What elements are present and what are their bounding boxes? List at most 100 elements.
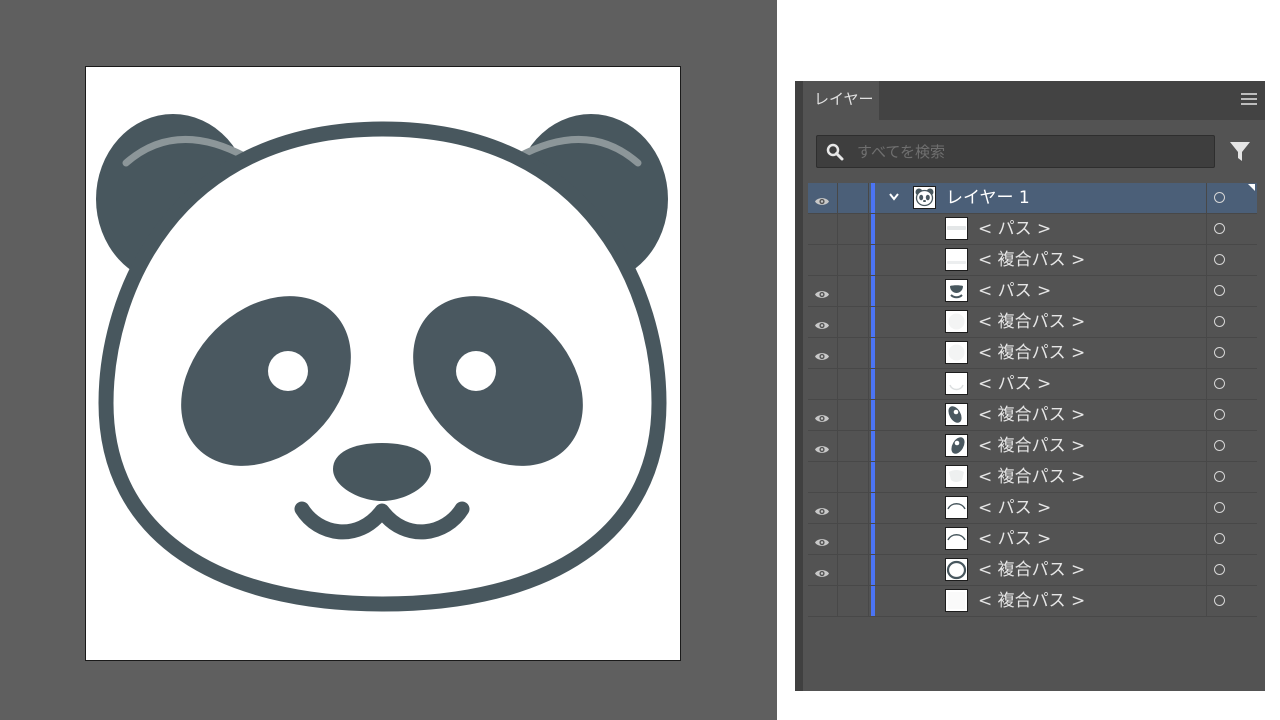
layer-thumbnail — [913, 186, 936, 209]
target-circle-icon[interactable] — [1214, 533, 1225, 544]
layer-name[interactable]: < 複合パス > — [978, 338, 1085, 368]
target-circle-icon[interactable] — [1214, 378, 1225, 389]
sublayer-row[interactable]: < パス > — [808, 276, 1257, 307]
selection-indicator — [1248, 184, 1255, 191]
target-circle-icon[interactable] — [1214, 502, 1225, 513]
target-circle-icon[interactable] — [1214, 440, 1225, 451]
column-divider — [1206, 524, 1207, 554]
visibility-toggle[interactable] — [808, 400, 838, 430]
layer-color-bar — [871, 555, 875, 585]
tab-layers[interactable]: レイヤー — [803, 81, 879, 120]
sublayer-row[interactable]: < パス > — [808, 493, 1257, 524]
visibility-toggle[interactable] — [808, 431, 838, 461]
layer-name[interactable]: < 複合パス > — [978, 431, 1085, 461]
layer-name[interactable]: < 複合パス > — [978, 307, 1085, 337]
column-divider — [1206, 276, 1207, 306]
target-circle-icon[interactable] — [1214, 254, 1225, 265]
column-divider — [1206, 338, 1207, 368]
panda-illustration — [96, 114, 668, 612]
layer-thumbnail — [945, 248, 968, 271]
layer-color-bar — [871, 400, 875, 430]
sublayer-row[interactable]: < 複合パス > — [808, 338, 1257, 369]
visibility-toggle[interactable] — [808, 586, 838, 616]
lock-toggle[interactable] — [838, 400, 869, 430]
lock-toggle[interactable] — [838, 214, 869, 244]
layer-name[interactable]: < 複合パス > — [978, 462, 1085, 492]
sublayer-row[interactable]: < 複合パス > — [808, 431, 1257, 462]
visibility-toggle[interactable] — [808, 493, 838, 523]
filter-icon[interactable] — [1229, 140, 1251, 162]
lock-toggle[interactable] — [838, 307, 869, 337]
layers-panel: レイヤー レイヤー 1< パス >< 複合パス >< パス >< 複合パス ><… — [795, 81, 1265, 691]
layer-name[interactable]: < パス > — [978, 276, 1051, 306]
target-circle-icon[interactable] — [1214, 316, 1225, 327]
visibility-toggle[interactable] — [808, 369, 838, 399]
sublayer-row[interactable]: < 複合パス > — [808, 400, 1257, 431]
lock-toggle[interactable] — [838, 586, 869, 616]
lock-toggle[interactable] — [838, 493, 869, 523]
layer-row[interactable]: レイヤー 1 — [808, 183, 1257, 214]
visibility-toggle[interactable] — [808, 183, 838, 213]
visibility-toggle[interactable] — [808, 462, 838, 492]
sublayer-row[interactable]: < パス > — [808, 524, 1257, 555]
sublayer-row[interactable]: < 複合パス > — [808, 462, 1257, 493]
visibility-toggle[interactable] — [808, 338, 838, 368]
layer-name[interactable]: < パス > — [978, 493, 1051, 523]
layer-name[interactable]: < パス > — [978, 369, 1051, 399]
layer-thumbnail — [945, 279, 968, 302]
visibility-toggle[interactable] — [808, 524, 838, 554]
lock-toggle[interactable] — [838, 183, 869, 213]
chevron-down-icon[interactable] — [888, 192, 900, 202]
lock-toggle[interactable] — [838, 462, 869, 492]
sublayer-row[interactable]: < パス > — [808, 214, 1257, 245]
visibility-toggle[interactable] — [808, 245, 838, 275]
layer-name[interactable]: レイヤー 1 — [946, 183, 1030, 213]
sublayer-row[interactable]: < パス > — [808, 369, 1257, 400]
lock-toggle[interactable] — [838, 524, 869, 554]
sublayer-row[interactable]: < 複合パス > — [808, 307, 1257, 338]
visibility-toggle[interactable] — [808, 214, 838, 244]
layer-name[interactable]: < 複合パス > — [978, 555, 1085, 585]
target-circle-icon[interactable] — [1214, 347, 1225, 358]
artboard[interactable] — [85, 66, 681, 661]
layer-name[interactable]: < パス > — [978, 214, 1051, 244]
sublayer-row[interactable]: < 複合パス > — [808, 555, 1257, 586]
panel-header: レイヤー — [795, 81, 1265, 120]
target-circle-icon[interactable] — [1214, 409, 1225, 420]
eye-icon — [814, 502, 830, 521]
target-circle-icon[interactable] — [1214, 471, 1225, 482]
layer-thumbnail — [945, 341, 968, 364]
lock-toggle[interactable] — [838, 555, 869, 585]
target-circle-icon[interactable] — [1214, 223, 1225, 234]
hamburger-menu-icon[interactable] — [1241, 93, 1257, 107]
column-divider — [1206, 586, 1207, 616]
layer-name[interactable]: < パス > — [978, 524, 1051, 554]
visibility-toggle[interactable] — [808, 555, 838, 585]
layer-thumbnail — [945, 403, 968, 426]
target-circle-icon[interactable] — [1214, 285, 1225, 296]
visibility-toggle[interactable] — [808, 307, 838, 337]
lock-toggle[interactable] — [838, 276, 869, 306]
layer-color-bar — [871, 586, 875, 616]
column-divider — [1206, 183, 1207, 213]
lock-toggle[interactable] — [838, 338, 869, 368]
lock-toggle[interactable] — [838, 431, 869, 461]
visibility-toggle[interactable] — [808, 276, 838, 306]
column-divider — [1206, 431, 1207, 461]
lock-toggle[interactable] — [838, 369, 869, 399]
layer-name[interactable]: < 複合パス > — [978, 400, 1085, 430]
search-input[interactable] — [857, 136, 1197, 167]
eye-icon — [814, 533, 830, 552]
target-circle-icon[interactable] — [1214, 595, 1225, 606]
target-circle-icon[interactable] — [1214, 564, 1225, 575]
lock-toggle[interactable] — [838, 245, 869, 275]
search-box — [816, 135, 1215, 168]
sublayer-row[interactable]: < 複合パス > — [808, 245, 1257, 276]
layer-name[interactable]: < 複合パス > — [978, 586, 1085, 616]
column-divider — [1206, 555, 1207, 585]
layer-name[interactable]: < 複合パス > — [978, 245, 1085, 275]
layer-thumbnail — [945, 527, 968, 550]
target-circle-icon[interactable] — [1214, 192, 1225, 203]
canvas-area[interactable] — [0, 0, 777, 720]
sublayer-row[interactable]: < 複合パス > — [808, 586, 1257, 617]
